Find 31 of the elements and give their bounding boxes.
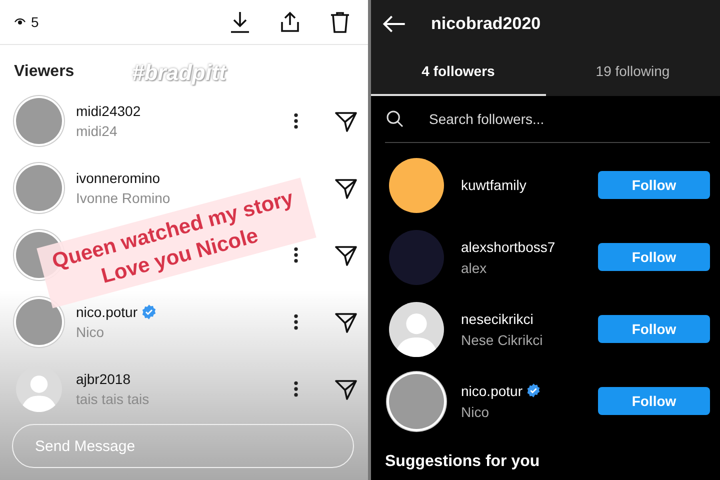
follower-name: Nico [461,404,490,420]
photo-placeholder [16,164,62,210]
viewer-username[interactable]: ajbr2018 [76,370,130,386]
view-count: 5 [31,14,39,30]
send-message-field[interactable]: Send Message [12,424,354,468]
viewer-name: tais tais tais [76,390,150,406]
viewer-username[interactable]: midi24302 [76,102,141,118]
photo-placeholder [16,98,62,144]
trash-icon[interactable] [328,10,352,34]
download-icon[interactable] [228,10,252,34]
share-icon[interactable] [278,10,302,34]
follower-username[interactable]: nesecikrikci [461,310,534,326]
avatar-silhouette-icon [389,302,444,356]
photo-placeholder [389,374,444,428]
follower-name: alex [461,260,487,276]
viewer-name: Nico [76,324,104,340]
tab[interactable]: 4 followers [371,48,546,96]
section-title: Viewers [14,63,74,81]
profile-username: nicobrad2020 [431,14,541,34]
search-icon [385,109,405,129]
viewer-name: Ivonne Romino [76,190,170,206]
hashtag-text: #bradpitt [132,60,226,86]
follower-name: Nese Cikrikci [461,332,543,348]
follower-username[interactable]: alexshortboss7 [461,238,556,254]
follower-username[interactable]: nico.potur [461,382,522,398]
search-field[interactable]: Search followers... [427,110,710,128]
viewer-name: midi24 [76,122,118,138]
tab[interactable]: 19 following [546,48,720,96]
follower-username[interactable]: kuwtfamily [461,177,526,193]
section-title: Suggestions for you [384,452,541,471]
photo-placeholder [16,298,62,344]
